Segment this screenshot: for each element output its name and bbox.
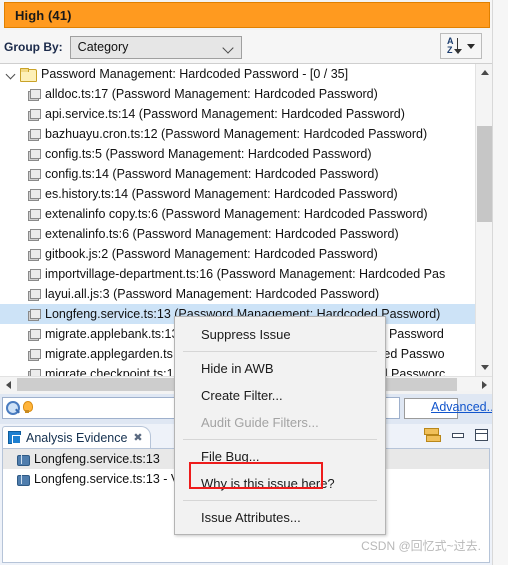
tree-row[interactable]: config.ts:14 (Password Management: Hardc… — [0, 164, 475, 184]
issue-cube-icon — [27, 148, 41, 161]
group-by-dropdown[interactable]: Category — [69, 35, 242, 59]
menu-separator — [183, 351, 377, 352]
evidence-view-icon — [8, 431, 21, 444]
tree-row[interactable]: layui.all.js:3 (Password Management: Har… — [0, 284, 475, 304]
tree-row[interactable]: bazhuayu.cron.ts:12 (Password Management… — [0, 124, 475, 144]
menu-item-file-bug[interactable]: File Bug... — [175, 443, 385, 470]
watermark-text: CSDN @回忆式~过去. — [361, 539, 481, 553]
tree-row-label: config.ts:14 (Password Management: Hardc… — [45, 167, 379, 181]
issue-cube-icon — [27, 248, 41, 261]
issues-view-window: High (41) Group By: Category AZ Password… — [0, 0, 508, 565]
issue-cube-icon — [27, 328, 41, 341]
close-icon[interactable]: ✖ — [132, 432, 143, 444]
sort-button[interactable]: AZ — [440, 33, 482, 59]
window-right-gutter — [492, 0, 508, 565]
menu-separator — [183, 500, 377, 501]
tree-row-label: es.history.ts:14 (Password Management: H… — [45, 187, 398, 201]
evidence-node-icon — [17, 474, 30, 486]
tree-row[interactable]: es.history.ts:14 (Password Management: H… — [0, 184, 475, 204]
issue-cube-icon — [27, 168, 41, 181]
tree-group-row[interactable]: Password Management: Hardcoded Password … — [0, 64, 475, 84]
severity-header-label: High (41) — [15, 7, 72, 23]
tree-row-label: importvillage-department.ts:16 (Password… — [45, 267, 446, 281]
evidence-row-label: Longfeng.service.ts:13 — [34, 452, 160, 466]
tree-row-label: extenalinfo copy.ts:6 (Password Manageme… — [45, 207, 428, 221]
menu-item-suppress-issue[interactable]: Suppress Issue — [175, 321, 385, 348]
menu-item-why-is-this-issue-here[interactable]: Why is this issue here? — [175, 470, 385, 497]
caret-right-icon — [481, 381, 487, 389]
lightbulb-icon[interactable] — [22, 401, 33, 415]
scroll-left-button[interactable] — [0, 377, 16, 391]
issue-cube-icon — [27, 228, 41, 241]
group-by-value: Category — [77, 40, 129, 54]
tab-label: Analysis Evidence — [26, 430, 128, 445]
tree-row-label: gitbook.js:2 (Password Management: Hardc… — [45, 247, 378, 261]
tree-row-label: layui.all.js:3 (Password Management: Har… — [45, 287, 380, 301]
menu-item-create-filter[interactable]: Create Filter... — [175, 382, 385, 409]
tree-row[interactable]: extenalinfo copy.ts:6 (Password Manageme… — [0, 204, 475, 224]
tree-row-label: bazhuayu.cron.ts:12 (Password Management… — [45, 127, 428, 141]
issue-cube-icon — [27, 108, 41, 121]
tree-row[interactable]: gitbook.js:2 (Password Management: Hardc… — [0, 244, 475, 264]
issue-cube-icon — [27, 368, 41, 376]
tree-row[interactable]: alldoc.ts:17 (Password Management: Hardc… — [0, 84, 475, 104]
magnifier-icon — [6, 401, 20, 415]
issue-cube-icon — [27, 348, 41, 361]
tree-row[interactable]: config.ts:5 (Password Management: Hardco… — [0, 144, 475, 164]
issue-cube-icon — [27, 288, 41, 301]
menu-item-issue-attributes[interactable]: Issue Attributes... — [175, 504, 385, 531]
issue-cube-icon — [27, 268, 41, 281]
maximize-icon[interactable] — [475, 428, 488, 441]
group-by-toolbar: Group By: Category — [0, 30, 492, 64]
link-with-editor-icon[interactable] — [424, 427, 441, 442]
tree-row[interactable]: extenalinfo.ts:6 (Password Management: H… — [0, 224, 475, 244]
caret-up-icon — [480, 70, 489, 75]
scroll-down-button[interactable] — [476, 359, 492, 376]
group-by-label: Group By: — [4, 40, 63, 54]
context-menu[interactable]: Suppress Issue Hide in AWB Create Filter… — [174, 316, 386, 535]
vertical-scroll-thumb[interactable] — [477, 126, 492, 222]
tree-row[interactable]: importvillage-department.ts:16 (Password… — [0, 264, 475, 284]
minimize-icon[interactable] — [451, 429, 464, 440]
tree-group-label: Password Management: Hardcoded Password … — [41, 67, 349, 81]
tree-row-label: config.ts:5 (Password Management: Hardco… — [45, 147, 372, 161]
severity-header-high[interactable]: High (41) — [4, 2, 490, 28]
tree-row-label: alldoc.ts:17 (Password Management: Hardc… — [45, 87, 378, 101]
advanced-link[interactable]: Advanced... — [431, 400, 497, 414]
scroll-right-button[interactable] — [476, 377, 492, 391]
chevron-down-icon — [223, 44, 234, 51]
evidence-view-toolbar — [424, 427, 488, 442]
issue-cube-icon — [27, 308, 41, 321]
caret-left-icon — [5, 381, 11, 389]
issue-cube-icon — [27, 128, 41, 141]
sort-az-icon: AZ — [447, 37, 464, 55]
issue-cube-icon — [27, 208, 41, 221]
menu-separator — [183, 439, 377, 440]
tree-row-label: extenalinfo.ts:6 (Password Management: H… — [45, 227, 399, 241]
tree-row[interactable]: api.service.ts:14 (Password Management: … — [0, 104, 475, 124]
chevron-down-icon — [467, 43, 475, 49]
menu-item-audit-guide-filters: Audit Guide Filters... — [201, 415, 319, 430]
tree-row-label: api.service.ts:14 (Password Management: … — [45, 107, 405, 121]
tree-vertical-scrollbar[interactable] — [475, 64, 492, 376]
issue-cube-icon — [27, 88, 41, 101]
chevron-down-icon[interactable] — [4, 67, 18, 81]
folder-icon — [20, 67, 37, 82]
caret-down-icon — [480, 365, 489, 370]
tab-analysis-evidence[interactable]: Analysis Evidence ✖ — [2, 426, 152, 448]
scroll-up-button[interactable] — [476, 64, 492, 81]
issue-cube-icon — [27, 188, 41, 201]
evidence-node-icon — [17, 454, 30, 466]
menu-item-hide-in-awb[interactable]: Hide in AWB — [175, 355, 385, 382]
